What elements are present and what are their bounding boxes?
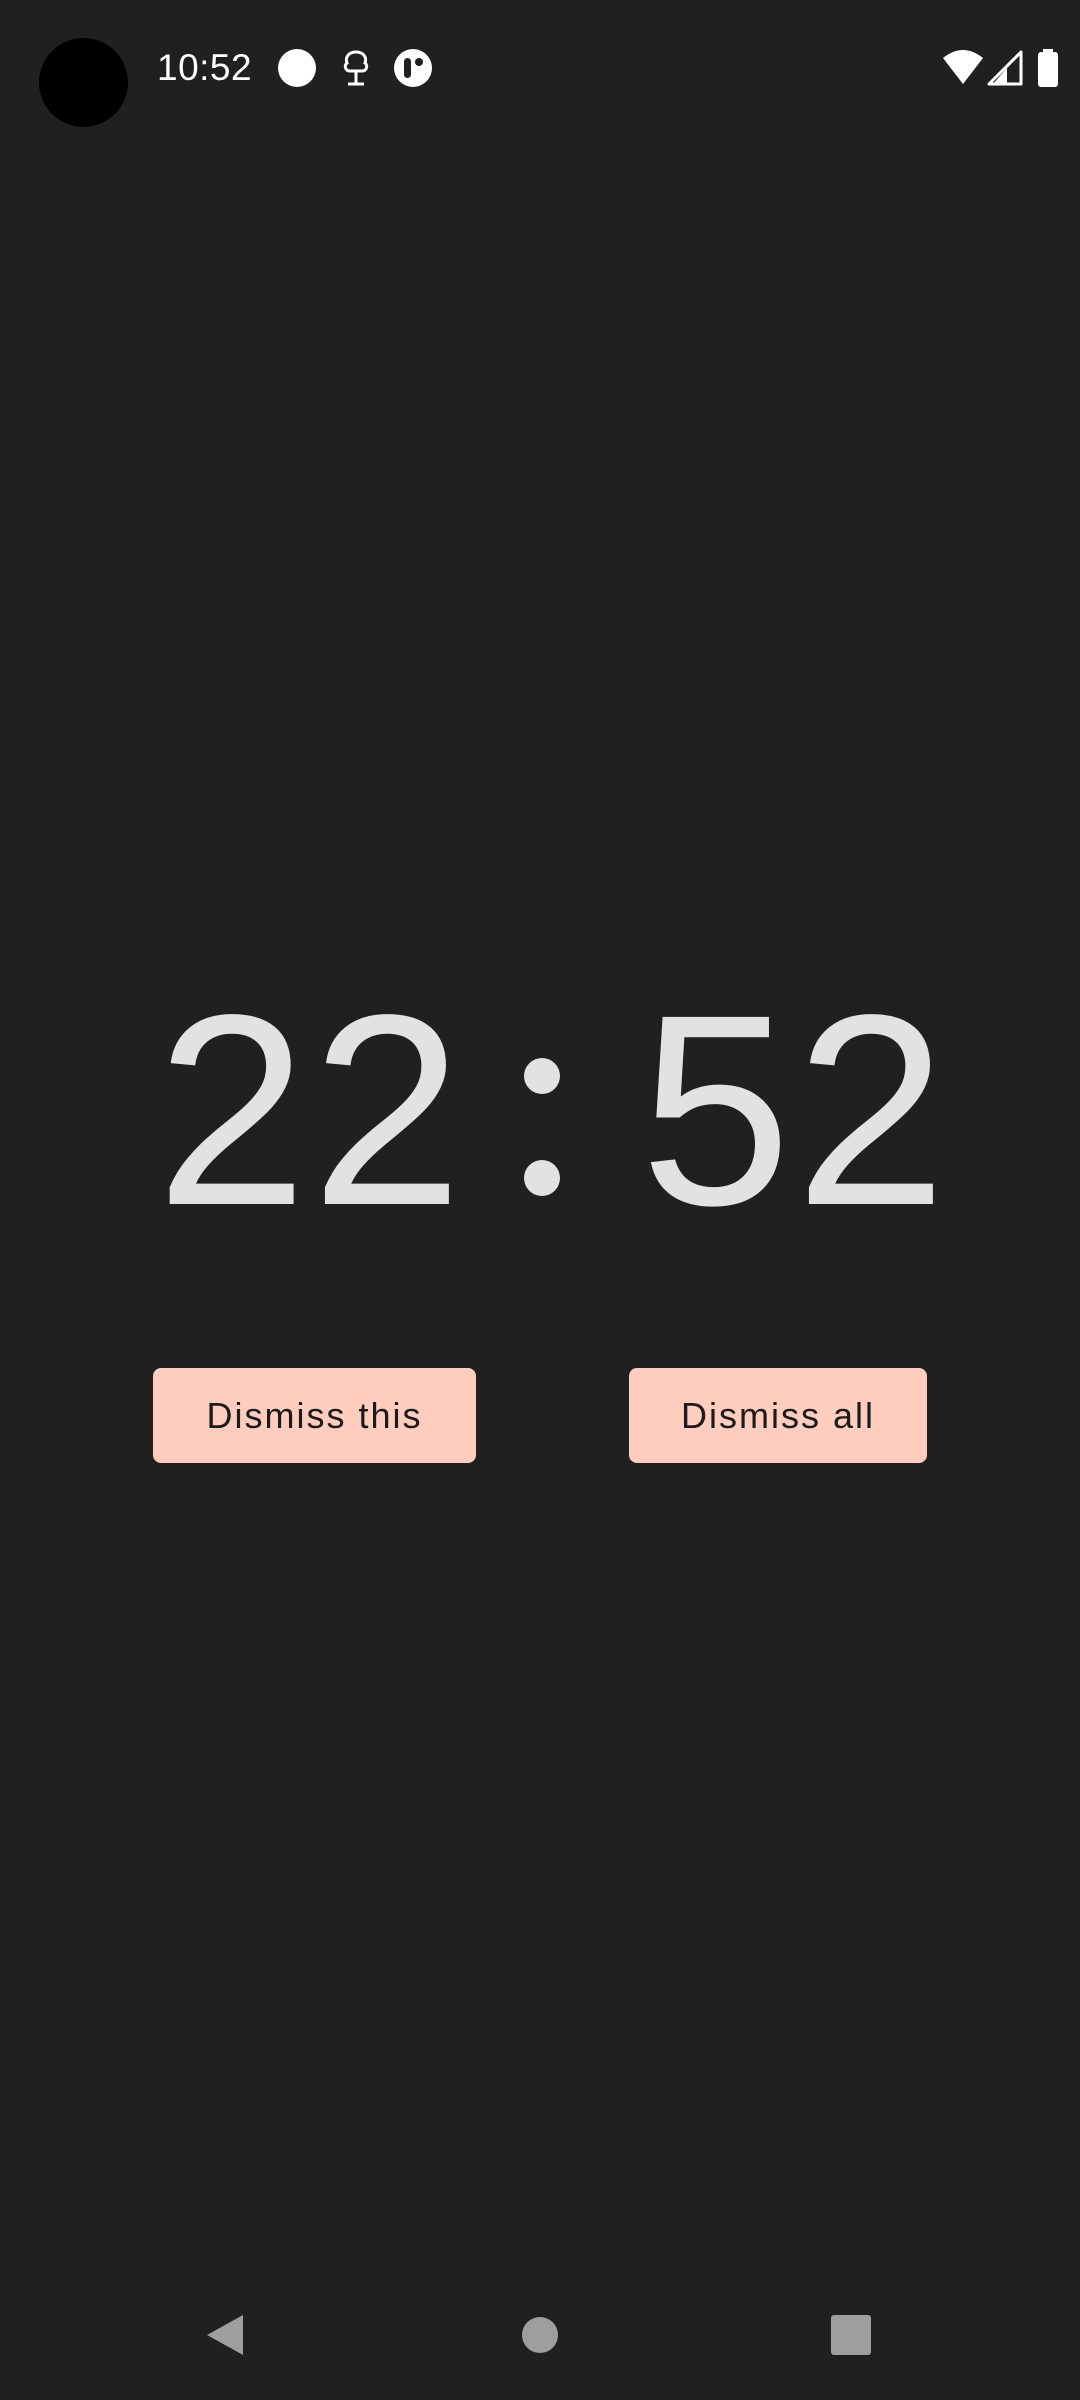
app-notification-icon: [394, 49, 432, 87]
alarm-dismiss-screen: 10:52 22 52 Dismiss this Dismiss all: [0, 0, 1080, 2400]
colon-top-dot: [524, 1058, 560, 1094]
tree-notification-icon: [343, 50, 369, 86]
clock-minutes: 52: [640, 958, 951, 1262]
nav-back-button[interactable]: [165, 2280, 285, 2390]
home-icon: [522, 2317, 558, 2353]
status-time: 10:52: [157, 47, 253, 88]
recents-icon: [831, 2315, 871, 2355]
nav-home-button[interactable]: [480, 2280, 600, 2390]
back-icon: [207, 2315, 243, 2355]
wifi-icon: [943, 50, 983, 84]
circle-notification-icon: [278, 49, 316, 87]
alarm-clock-display: 22 52: [0, 958, 1080, 1262]
clock-hours: 22: [156, 958, 467, 1262]
clock-separator: [516, 980, 564, 1240]
colon-bottom-dot: [524, 1160, 560, 1196]
navigation-bar: [0, 2280, 1080, 2400]
battery-icon: [1038, 49, 1058, 87]
camera-cutout: [39, 38, 128, 127]
cell-signal-icon: [987, 50, 1023, 86]
dismiss-all-button[interactable]: Dismiss all: [629, 1368, 927, 1463]
nav-recents-button[interactable]: [791, 2280, 911, 2390]
status-bar: 10:52: [0, 0, 1080, 140]
dismiss-this-button[interactable]: Dismiss this: [153, 1368, 476, 1463]
